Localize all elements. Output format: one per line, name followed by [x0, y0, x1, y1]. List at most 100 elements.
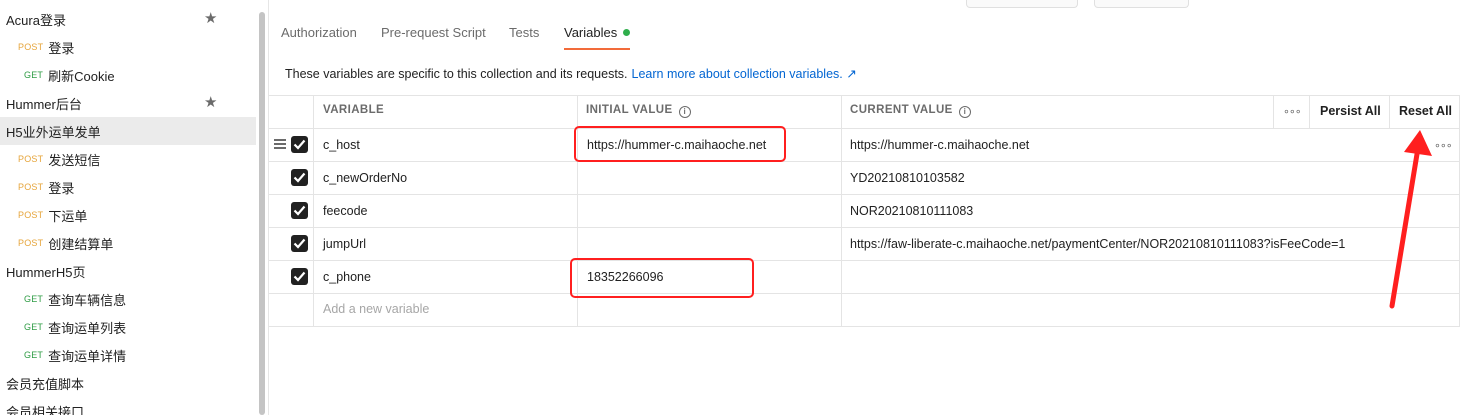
sidebar-item-label: 会员充值脚本 — [6, 376, 85, 392]
method-badge: GET — [24, 322, 44, 332]
sidebar-scrollbar[interactable] — [259, 12, 265, 415]
sidebar-item-label: Acura登录 — [6, 12, 66, 28]
sidebar-folder-hummer-h5[interactable]: HummerH5页 — [0, 257, 256, 285]
method-badge: GET — [24, 350, 44, 360]
star-icon[interactable]: ★ — [204, 11, 217, 27]
column-divider — [1389, 95, 1390, 128]
sidebar-request-query-waybill-list[interactable]: GET 查询运单列表 — [0, 313, 256, 341]
check-icon — [293, 205, 306, 216]
header-current-value: CURRENT VALUE i — [850, 104, 971, 118]
sidebar-item-label: Hummer后台 — [6, 96, 82, 112]
sidebar-request-create-waybill[interactable]: POST 下运单 — [0, 201, 256, 229]
top-button[interactable] — [1094, 0, 1189, 8]
sidebar-item-label: 查询车辆信息 — [48, 292, 127, 308]
current-value-cell[interactable]: https://faw-liberate-c.maihaoche.net/pay… — [850, 237, 1345, 251]
sidebar-request-query-waybill-detail[interactable]: GET 查询运单详情 — [0, 341, 256, 369]
description-text: These variables are specific to this col… — [285, 67, 628, 81]
sidebar-request-login-2[interactable]: POST 登录 — [0, 173, 256, 201]
sidebar-request-send-sms[interactable]: POST 发送短信 — [0, 145, 256, 173]
persist-all-button[interactable]: Persist All — [1320, 104, 1381, 118]
tab-variables[interactable]: Variables — [564, 25, 631, 40]
sidebar-folder-member-api[interactable]: 会员相关接口 — [0, 397, 256, 415]
tab-pre-request-script[interactable]: Pre-request Script — [381, 25, 486, 40]
row-checkbox[interactable] — [291, 169, 308, 186]
info-icon[interactable]: i — [958, 105, 971, 118]
header-label: CURRENT VALUE — [850, 104, 953, 116]
table-border — [269, 293, 1460, 294]
row-checkbox[interactable] — [291, 136, 308, 153]
sidebar-item-label: 发送短信 — [48, 152, 101, 168]
sidebar-request-create-settlement[interactable]: POST 创建结算单 — [0, 229, 256, 257]
sidebar-folder-member-recharge[interactable]: 会员充值脚本 — [0, 369, 256, 397]
table-border — [269, 194, 1460, 195]
sidebar-item-label: 下运单 — [48, 208, 88, 224]
current-value-cell[interactable]: https://hummer-c.maihaoche.net — [850, 138, 1029, 152]
method-badge: POST — [18, 182, 44, 192]
current-value-cell[interactable]: NOR20210810111083 — [850, 204, 973, 218]
sidebar-item-label: H5业外运单发单 — [6, 124, 101, 140]
table-border — [269, 326, 1460, 327]
sidebar-item-label: 会员相关接口 — [6, 404, 85, 415]
annotation-highlight-box — [574, 126, 786, 162]
method-badge: POST — [18, 210, 44, 220]
variable-name-cell[interactable]: jumpUrl — [323, 237, 366, 251]
method-badge: POST — [18, 238, 44, 248]
reset-all-button[interactable]: Reset All — [1399, 104, 1452, 118]
variable-name-cell[interactable]: c_phone — [323, 270, 371, 284]
active-tab-indicator — [564, 48, 630, 50]
sidebar-folder-hummer-admin[interactable]: Hummer后台 ★ — [0, 89, 256, 117]
sidebar-item-label: 登录 — [48, 180, 75, 196]
sidebar-folder-acura[interactable]: Acura登录 ★ — [0, 5, 256, 33]
learn-more-link[interactable]: Learn more about collection variables. ↗ — [632, 67, 857, 81]
variable-name-cell[interactable]: feecode — [323, 204, 367, 218]
status-dot-icon — [623, 29, 631, 36]
sidebar-folder-h5-waybill[interactable]: H5业外运单发单 — [0, 117, 256, 145]
more-options-icon[interactable]: ∘∘∘ — [1283, 105, 1302, 118]
row-checkbox[interactable] — [291, 235, 308, 252]
tab-authorization[interactable]: Authorization — [281, 25, 357, 40]
header-variable: VARIABLE — [323, 104, 385, 116]
add-variable-input[interactable]: Add a new variable — [323, 302, 429, 316]
column-divider — [841, 95, 842, 326]
variable-name-cell[interactable]: c_host — [323, 138, 360, 152]
info-icon[interactable]: i — [678, 105, 691, 118]
annotation-arrow-icon — [1389, 130, 1432, 309]
method-badge: GET — [24, 294, 44, 304]
sidebar-request-refresh-cookie[interactable]: GET 刷新Cookie — [0, 61, 256, 89]
tab-tests[interactable]: Tests — [509, 25, 539, 40]
check-icon — [293, 139, 306, 150]
variables-description: These variables are specific to this col… — [285, 66, 857, 81]
tab-label: Variables — [564, 25, 618, 40]
sidebar-item-label: HummerH5页 — [6, 264, 86, 280]
top-button[interactable] — [966, 0, 1078, 8]
column-divider — [313, 95, 314, 326]
sidebar-item-label: 查询运单详情 — [48, 348, 127, 364]
method-badge: POST — [18, 154, 44, 164]
sidebar-item-label: 刷新Cookie — [48, 68, 115, 84]
variable-name-cell[interactable]: c_newOrderNo — [323, 171, 407, 185]
row-checkbox[interactable] — [291, 268, 308, 285]
sidebar-request-login[interactable]: POST 登录 — [0, 33, 256, 61]
check-icon — [293, 172, 306, 183]
header-label: INITIAL VALUE — [586, 104, 673, 116]
row-checkbox[interactable] — [291, 202, 308, 219]
sidebar-item-label: 创建结算单 — [48, 236, 114, 252]
method-badge: GET — [24, 70, 44, 80]
annotation-highlight-box — [570, 258, 754, 298]
sidebar-request-query-vehicle[interactable]: GET 查询车辆信息 — [0, 285, 256, 313]
table-border — [269, 161, 1460, 162]
current-value-cell[interactable]: YD20210810103582 — [850, 171, 965, 185]
table-border — [269, 128, 1460, 129]
star-icon[interactable]: ★ — [204, 95, 217, 111]
sidebar-divider — [268, 0, 269, 415]
column-divider — [1273, 95, 1274, 128]
table-border — [269, 227, 1460, 228]
check-icon — [293, 238, 306, 249]
header-initial-value: INITIAL VALUE i — [586, 104, 691, 118]
method-badge: POST — [18, 42, 44, 52]
sidebar-item-label: 查询运单列表 — [48, 320, 127, 336]
sidebar-item-label: 登录 — [48, 40, 75, 56]
table-border — [1459, 95, 1460, 326]
drag-handle-icon[interactable] — [274, 139, 286, 149]
table-border — [269, 95, 1460, 96]
